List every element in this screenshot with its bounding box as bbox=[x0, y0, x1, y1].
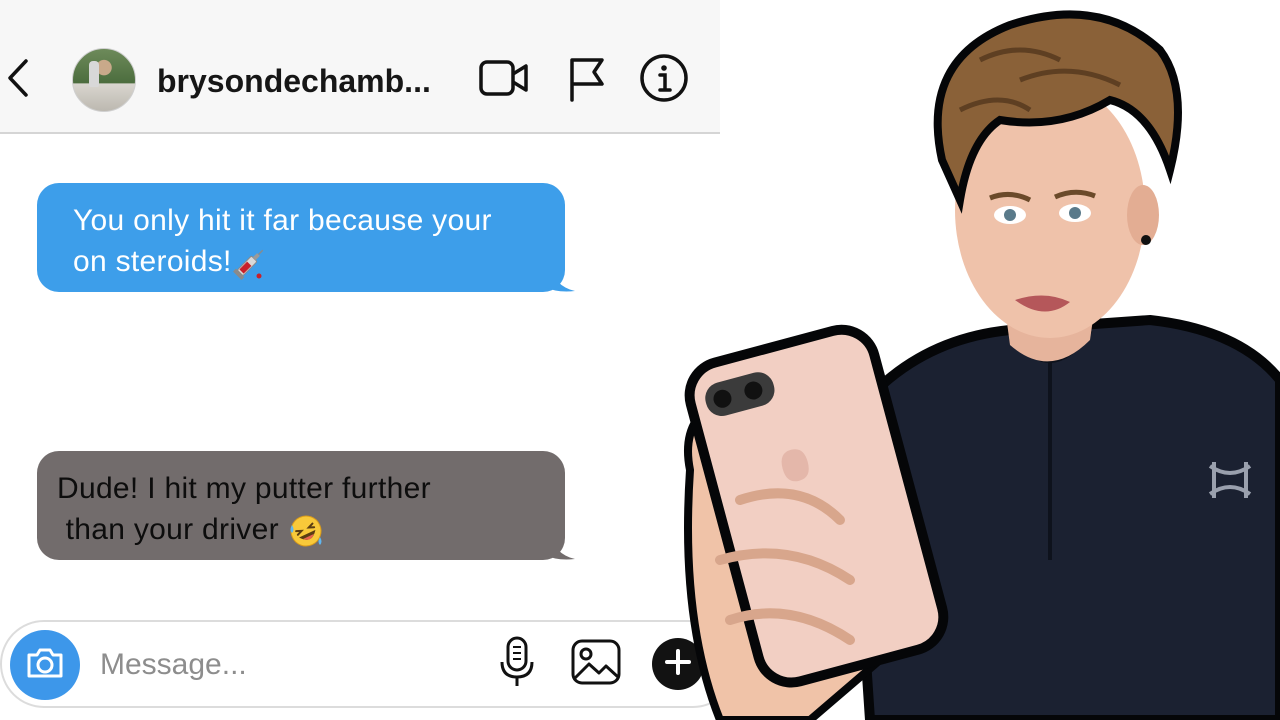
syringe-emoji-icon bbox=[232, 245, 268, 281]
rolling-laughing-emoji-icon bbox=[288, 513, 324, 549]
camera-button[interactable] bbox=[10, 630, 80, 700]
conversation-username[interactable]: brysondechamb... bbox=[157, 56, 457, 106]
message-text-line: Dude! I hit my putter further bbox=[57, 472, 431, 505]
trophy-figure bbox=[89, 61, 99, 87]
dm-conversation-panel: brysondechamb... You only hit it far bec… bbox=[0, 0, 720, 720]
avatar[interactable] bbox=[72, 48, 136, 112]
microphone-icon bbox=[499, 635, 535, 694]
message-text-line: You only hit it far because your bbox=[73, 204, 492, 237]
voice-message-button[interactable] bbox=[494, 636, 540, 692]
video-call-button[interactable] bbox=[476, 56, 532, 104]
gallery-button[interactable] bbox=[568, 636, 624, 692]
bubble-tail bbox=[545, 529, 575, 560]
flag-icon bbox=[566, 54, 606, 107]
message-bubble-received[interactable]: Dude! I hit my putter further than your … bbox=[37, 451, 575, 560]
message-input[interactable] bbox=[98, 640, 482, 690]
message-text-line: than your driver bbox=[57, 509, 555, 550]
back-button[interactable] bbox=[0, 52, 36, 108]
conversation-header: brysondechamb... bbox=[0, 0, 720, 134]
video-camera-icon bbox=[478, 58, 530, 103]
message-bubble-sent[interactable]: You only hit it far because your on ster… bbox=[37, 183, 575, 292]
message-text-line: on steroids! bbox=[73, 241, 553, 282]
image-icon bbox=[570, 638, 622, 691]
report-button[interactable] bbox=[562, 54, 610, 106]
reaction-photo bbox=[680, 0, 1280, 720]
chevron-left-icon bbox=[4, 57, 32, 104]
camera-icon bbox=[25, 646, 65, 685]
person-holding-phone-illustration bbox=[684, 10, 1280, 720]
bubble-tail bbox=[545, 261, 575, 292]
